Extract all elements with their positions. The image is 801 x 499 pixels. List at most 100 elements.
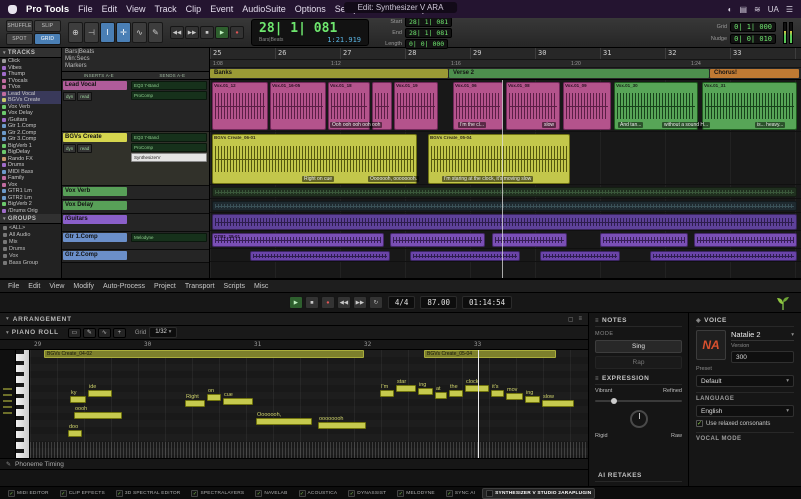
menubar-item[interactable]: AudioSuite bbox=[242, 4, 286, 14]
track-header[interactable]: Gtr 2.Comp bbox=[62, 250, 209, 263]
record-button[interactable]: ● bbox=[230, 26, 244, 39]
midi-note[interactable]: oooh bbox=[74, 412, 122, 419]
midi-note[interactable]: ing bbox=[525, 396, 540, 403]
plugin-tab[interactable]: ✓ 3D SPECTRAL EDITOR bbox=[112, 488, 185, 499]
track-header-name[interactable]: /Guitars bbox=[63, 215, 127, 224]
sv-rewind-button[interactable]: ◀◀ bbox=[337, 296, 351, 309]
audio-clip[interactable] bbox=[492, 233, 567, 247]
track-header[interactable]: Gtr 1.Comp Melodyne bbox=[62, 232, 209, 250]
audio-clip[interactable] bbox=[212, 187, 797, 197]
sv-record-button[interactable]: ● bbox=[321, 296, 335, 309]
field-value[interactable]: 28| 1| 081 bbox=[405, 28, 452, 38]
edit-mode-button[interactable]: SLIP bbox=[34, 20, 61, 32]
group-list-item[interactable]: Vox bbox=[0, 252, 61, 259]
trim-tool[interactable]: ⊣ bbox=[84, 22, 99, 43]
scrubber-tool[interactable]: ∿ bbox=[132, 22, 147, 43]
language-section-header[interactable]: LANGUAGE bbox=[696, 392, 794, 402]
plugin-tab[interactable]: ✓ SYNTHESIZER V STUDIO 2ARAPLUGIN bbox=[482, 488, 595, 499]
midi-note[interactable]: mov bbox=[506, 393, 523, 400]
draw-tool[interactable]: ✎ bbox=[83, 328, 96, 338]
selector-tool[interactable]: I bbox=[100, 22, 115, 43]
plugin-tab[interactable]: ✓ MIDI EDITOR bbox=[4, 488, 53, 499]
automation-mode-button[interactable]: dyn bbox=[63, 144, 76, 153]
edit-cursor[interactable] bbox=[502, 80, 503, 278]
audio-clip[interactable] bbox=[212, 214, 797, 230]
group-list-item[interactable]: Bass Group bbox=[0, 259, 61, 266]
timeline-marker[interactable]: Verse 2 bbox=[449, 69, 709, 78]
preset-select[interactable]: Default ▾ bbox=[696, 375, 794, 387]
plugin-tab[interactable]: ✓ SPECTRALAYERS bbox=[187, 488, 248, 499]
track-header[interactable]: Vox Verb bbox=[62, 186, 209, 200]
audio-clip[interactable]: Vox.01_12 bbox=[212, 82, 268, 130]
language-select[interactable]: English ▾ bbox=[696, 405, 794, 417]
plugin-tab[interactable]: ✓ ACOUSTICA bbox=[295, 488, 342, 499]
field-value[interactable]: 28| 1| 081 bbox=[405, 17, 452, 27]
keyboard-layout-indicator[interactable]: UA bbox=[768, 5, 779, 14]
synthv-menu-item[interactable]: File bbox=[8, 283, 19, 290]
automation-mode-button[interactable]: read bbox=[77, 92, 92, 101]
audio-clip[interactable] bbox=[694, 233, 797, 247]
phoneme-timing-bar[interactable]: ✎ Phoneme Timing bbox=[0, 458, 588, 470]
markers-ruler[interactable]: BanksVerse 2Chorus! bbox=[210, 68, 801, 80]
midi-note[interactable]: ide bbox=[88, 390, 112, 397]
menubar-item[interactable]: File bbox=[78, 4, 93, 14]
fast-forward-button[interactable]: ▶▶ bbox=[185, 26, 199, 39]
edit-mode-button[interactable]: GRID bbox=[34, 33, 61, 45]
track-header[interactable]: Vox Delay bbox=[62, 200, 209, 214]
plugin-tab[interactable]: ✓ MELODYNE bbox=[393, 488, 439, 499]
menubar-item[interactable]: Track bbox=[155, 4, 177, 14]
checkbox-icon[interactable]: ✓ bbox=[397, 490, 404, 497]
field-value[interactable]: 0| 0| 000 bbox=[405, 39, 448, 49]
apple-icon[interactable] bbox=[8, 5, 17, 14]
chevron-down-icon[interactable]: ▾ bbox=[6, 330, 9, 336]
zoomer-tool[interactable]: ⊕ bbox=[68, 22, 83, 43]
midi-note[interactable]: oooooooh bbox=[318, 422, 366, 429]
piano-roll-canvas[interactable]: BGVs Create_04-02BGVs Create_05-04 kyide… bbox=[0, 350, 588, 458]
checkbox-icon[interactable]: ✓ bbox=[8, 490, 15, 497]
piano-roll-ruler[interactable]: 2930313233 bbox=[0, 340, 588, 350]
timeline-marker[interactable]: Chorus! bbox=[710, 69, 799, 78]
sv-loop-button[interactable]: ↻ bbox=[369, 296, 383, 309]
main-counter-value[interactable]: 28| 1| 081 bbox=[259, 21, 361, 36]
synthv-menu-item[interactable]: Scripts bbox=[224, 283, 245, 290]
checkbox-icon[interactable]: ✓ bbox=[60, 490, 67, 497]
ai-retakes-header[interactable]: AI RETAKES bbox=[595, 472, 682, 482]
midi-note[interactable]: the bbox=[449, 390, 463, 397]
audio-clip[interactable] bbox=[540, 251, 620, 261]
nudge-label[interactable]: Nudge bbox=[701, 36, 727, 42]
midi-note[interactable]: star bbox=[396, 385, 416, 392]
group-list-item[interactable]: Mix bbox=[0, 238, 61, 245]
timeline-marker[interactable]: Banks bbox=[210, 69, 448, 78]
track-header-name[interactable]: Vox Verb bbox=[63, 187, 127, 196]
voice-avatar[interactable]: NA bbox=[696, 330, 726, 360]
ruler-name[interactable]: Markers bbox=[65, 63, 206, 70]
grid-label[interactable]: Grid bbox=[701, 24, 727, 30]
checkbox-icon[interactable]: ✓ bbox=[696, 420, 703, 427]
note-group-header[interactable]: BGVs Create_04-02 bbox=[44, 350, 364, 358]
midi-note[interactable]: ing bbox=[418, 388, 433, 395]
control-center-icon[interactable]: ☰ bbox=[786, 5, 793, 14]
audio-clip[interactable] bbox=[410, 251, 520, 261]
battery-icon[interactable]: ▤ bbox=[739, 5, 747, 14]
midi-note[interactable]: doo bbox=[68, 430, 82, 437]
add-note-tool[interactable]: + bbox=[113, 328, 126, 338]
notes-panel-header[interactable]: ≡ NOTES bbox=[595, 317, 682, 327]
midi-note[interactable]: slow bbox=[542, 400, 574, 407]
checkbox-icon[interactable]: ✓ bbox=[446, 490, 453, 497]
group-list-item[interactable]: <ALL> bbox=[0, 224, 61, 231]
synthv-menu-item[interactable]: Edit bbox=[28, 283, 40, 290]
track-header[interactable]: Lead Vocal dynread EQ3 7-BandProComp bbox=[62, 80, 209, 132]
time-signature[interactable]: 4/4 bbox=[388, 296, 416, 309]
relaxed-consonants-row[interactable]: ✓ Use relaxed consonants bbox=[696, 420, 794, 427]
expression-slider[interactable] bbox=[595, 400, 682, 402]
midi-note[interactable]: cue bbox=[223, 398, 253, 405]
track-header[interactable]: BGVs Create dynread EQ3 7-BandProCompSyn… bbox=[62, 132, 209, 186]
piano-keys[interactable] bbox=[16, 350, 30, 458]
checkbox-icon[interactable]: ✓ bbox=[191, 490, 198, 497]
display-icon[interactable]: ◐ bbox=[728, 5, 733, 14]
sv-play-button[interactable]: ▶ bbox=[289, 296, 303, 309]
rewind-button[interactable]: ◀◀ bbox=[170, 26, 184, 39]
edit-canvas[interactable]: Vox.01_12 Vox.01_16-05 Vox.01_18 Vox.01_… bbox=[210, 80, 801, 278]
play-button[interactable]: ▶ bbox=[215, 26, 229, 39]
version-field[interactable]: 300 bbox=[731, 351, 794, 363]
